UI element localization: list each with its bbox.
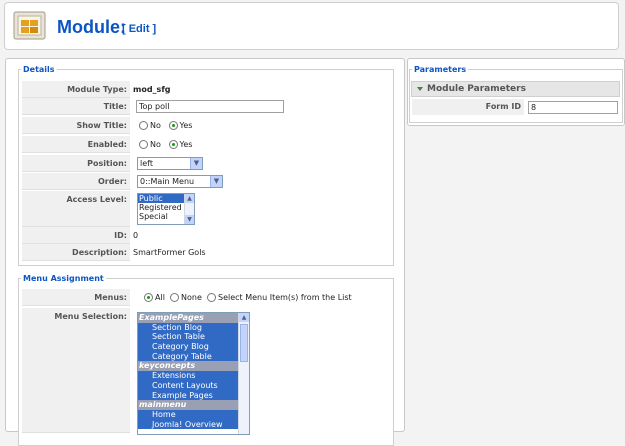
order-select-value: 0::Main Menu — [140, 177, 195, 186]
menu-item[interactable]: Section Table — [138, 332, 249, 343]
triangle-down-icon — [417, 86, 423, 91]
enabled-no-label: No — [150, 140, 161, 149]
menu-item[interactable]: Joomla! Overview — [138, 419, 249, 430]
enabled-yes-label: Yes — [179, 140, 193, 149]
toolbar-header: Module: [ Edit ] — [4, 2, 619, 50]
menu-item[interactable]: Content Layouts — [138, 380, 249, 391]
module-type-label: Module Type: — [22, 81, 130, 98]
order-select[interactable]: 0::Main Menu ▼ — [137, 175, 223, 188]
access-level-scrollbar[interactable]: ▲ ▼ — [184, 194, 194, 224]
menu-group-label: keyconcepts — [138, 361, 249, 372]
enabled-no-radio[interactable] — [139, 140, 148, 149]
menu-group-label: mainmenu — [138, 400, 249, 410]
menu-item[interactable]: Category Table — [138, 351, 249, 362]
menu-item[interactable]: Home — [138, 409, 249, 420]
access-level-listbox[interactable]: Public Registered Special ▲ ▼ — [137, 193, 195, 225]
parameters-legend: Parameters — [414, 65, 467, 74]
module-parameters-toggle[interactable]: Module Parameters — [411, 81, 620, 97]
id-value: 0 — [133, 231, 139, 240]
scroll-down-icon[interactable]: ▼ — [185, 215, 194, 224]
position-select[interactable]: left ▼ — [137, 157, 203, 170]
menus-label: Menus: — [22, 289, 130, 306]
menus-options: All None Select Menu Item(s) from the Li… — [144, 289, 352, 306]
show-title-yes-radio[interactable] — [168, 121, 178, 130]
chevron-down-icon[interactable]: ▼ — [190, 158, 202, 169]
module-icon — [13, 11, 46, 40]
access-level-label: Access Level: — [22, 191, 130, 227]
order-label: Order: — [22, 173, 130, 190]
scroll-up-icon[interactable]: ▲ — [239, 313, 249, 322]
enabled-label: Enabled: — [22, 136, 130, 153]
module-parameters-title: Module Parameters — [427, 84, 526, 94]
menus-select-label: Select Menu Item(s) from the List — [217, 293, 352, 302]
menu-item[interactable]: Section Blog — [138, 322, 249, 333]
chevron-down-icon[interactable]: ▼ — [210, 176, 222, 187]
menu-selection-scrollbar[interactable]: ▲ — [238, 313, 249, 434]
menus-none-radio[interactable] — [170, 293, 180, 302]
menus-all-label: All — [155, 293, 165, 302]
enabled-options: No Yes — [139, 136, 192, 153]
menu-group-label: ExamplePages — [138, 313, 249, 323]
position-label: Position: — [22, 155, 130, 172]
edit-label: [ Edit ] — [122, 23, 157, 35]
form-id-input[interactable]: 8 — [528, 101, 618, 114]
form-id-label: Form ID — [412, 99, 524, 115]
description-value: SmartFormer Gols — [133, 248, 206, 257]
menus-select-radio[interactable] — [206, 293, 216, 302]
form-id-row: Form ID 8 — [412, 99, 618, 115]
menus-none-label: None — [181, 293, 202, 302]
show-title-no-radio[interactable] — [139, 121, 148, 130]
details-legend: Details — [23, 65, 55, 74]
menu-item[interactable]: Category Blog — [138, 342, 249, 352]
menus-all-radio[interactable] — [144, 293, 153, 302]
module-type-value: mod_sfg — [133, 85, 171, 94]
show-title-yes-label: Yes — [179, 121, 193, 130]
show-title-options: No Yes — [139, 117, 192, 134]
menu-item[interactable]: Extensions — [138, 371, 249, 381]
menu-item[interactable]: Example Pages — [138, 390, 249, 401]
menu-assignment-legend: Menu Assignment — [23, 274, 104, 283]
title-label: Title: — [22, 98, 130, 115]
show-title-no-label: No — [150, 121, 161, 130]
page-title: Module: — [57, 17, 126, 37]
description-label: Description: — [22, 244, 130, 261]
right-panel: Parameters Module Parameters Form ID 8 — [407, 58, 625, 126]
scroll-up-icon[interactable]: ▲ — [185, 194, 194, 203]
show-title-label: Show Title: — [22, 117, 130, 134]
menu-selection-listbox[interactable]: ExamplePages Section Blog Section Table … — [137, 312, 250, 435]
menu-selection-label: Menu Selection: — [22, 308, 130, 433]
id-label: ID: — [22, 227, 130, 244]
title-input[interactable]: Top poll — [136, 100, 284, 113]
position-select-value: left — [140, 159, 153, 168]
scroll-thumb[interactable] — [240, 324, 248, 362]
left-panel: Details Module Type: mod_sfg Title: Top … — [5, 58, 405, 446]
enabled-yes-radio[interactable] — [168, 140, 178, 149]
